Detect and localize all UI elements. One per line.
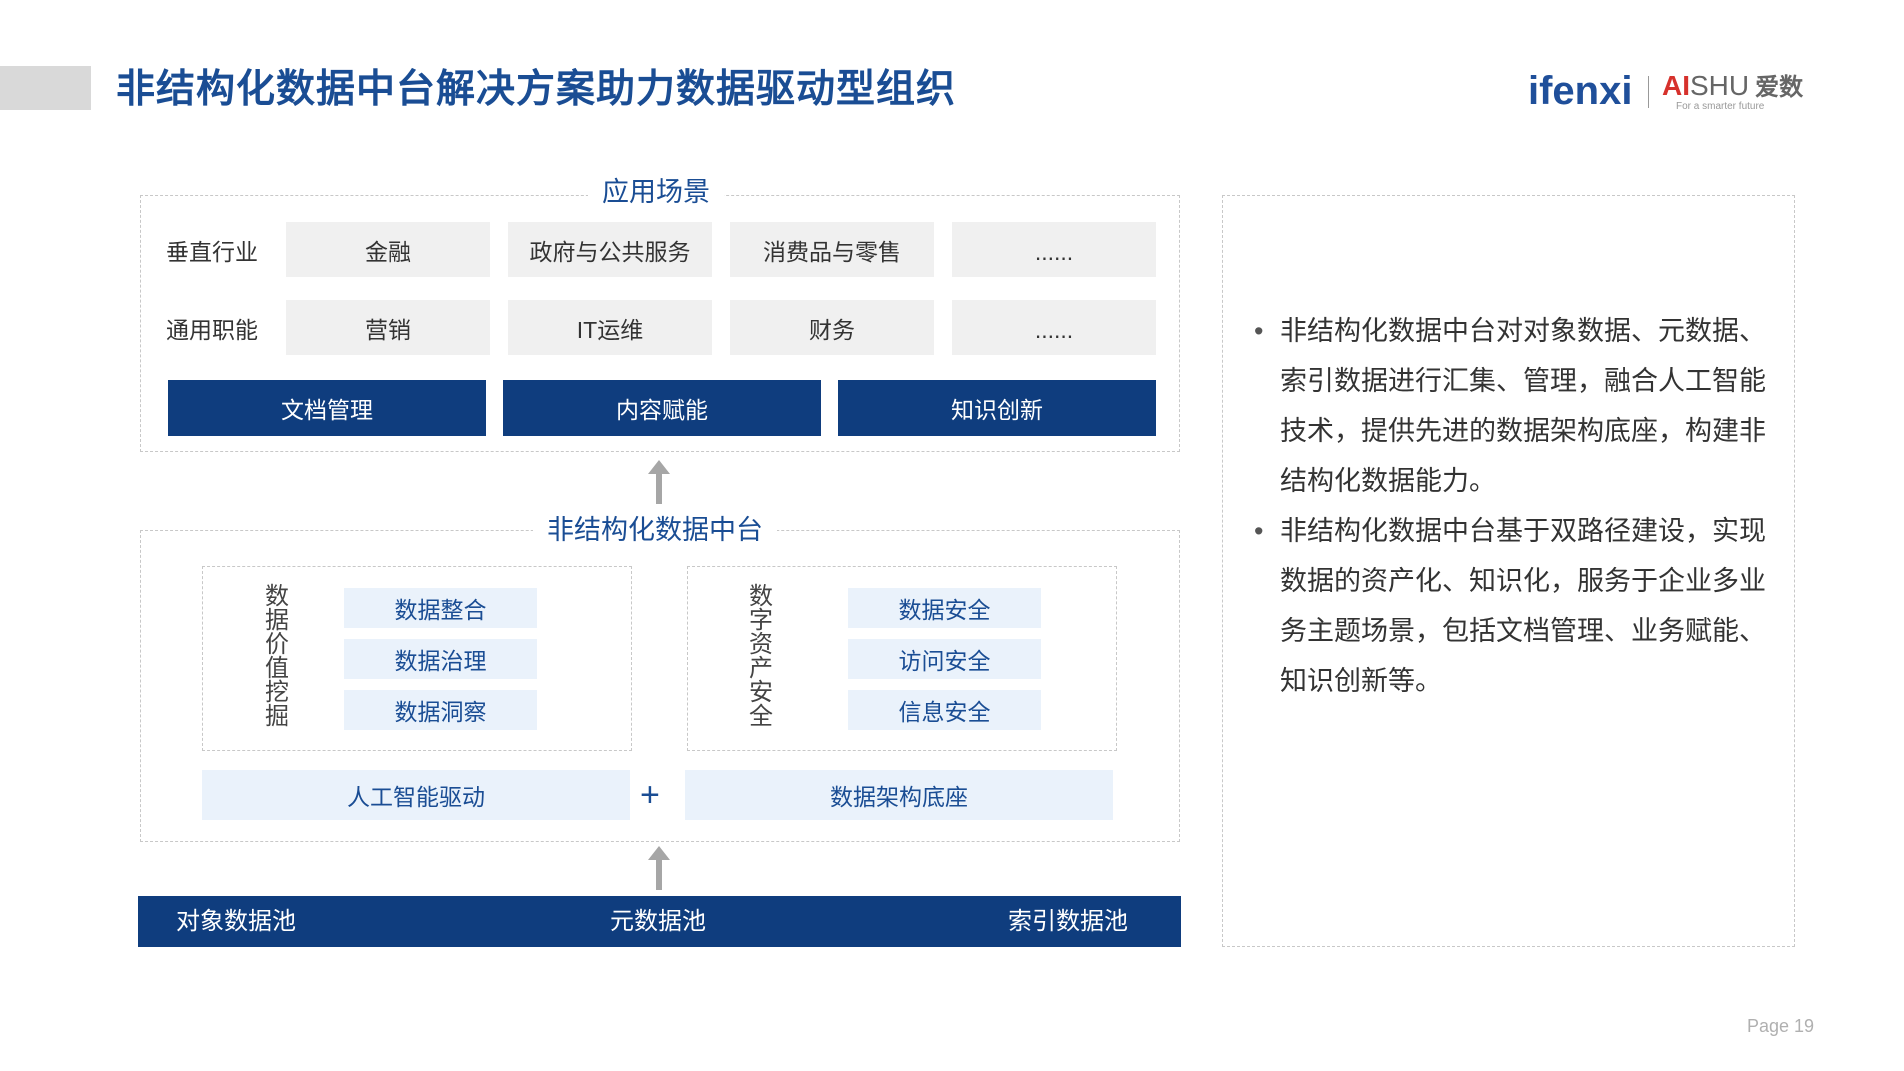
aishu-logo-ai: AI <box>1662 70 1690 101</box>
description-bullet: • 非结构化数据中台对对象数据、元数据、索引数据进行汇集、管理，融合人工智能技术，… <box>1250 306 1780 506</box>
access-security-box: 访问安全 <box>848 639 1041 679</box>
data-value-mining-label: 数据价值挖掘 <box>265 583 289 730</box>
data-security-box: 数据安全 <box>848 588 1041 628</box>
aishu-tagline: For a smarter future <box>1676 101 1765 112</box>
data-governance-box: 数据治理 <box>344 639 537 679</box>
document-management-box: 文档管理 <box>168 380 486 436</box>
plus-icon: + <box>640 776 660 814</box>
arrow-up-icon <box>648 846 670 890</box>
metadata-pool-label: 元数据池 <box>610 908 706 935</box>
aishu-logo-shu: SHU <box>1690 70 1750 101</box>
page-number: Page 19 <box>1747 1016 1815 1036</box>
page-title: 非结构化数据中台解决方案助力数据驱动型组织 <box>116 68 957 111</box>
information-security-box: 信息安全 <box>848 690 1041 730</box>
application-scenarios-title: 应用场景 <box>588 174 724 210</box>
function-item-more: ...... <box>952 300 1156 355</box>
industry-item: 政府与公共服务 <box>508 222 712 277</box>
data-architecture-base-box: 数据架构底座 <box>685 770 1113 820</box>
data-integration-box: 数据整合 <box>344 588 537 628</box>
object-data-pool-label: 对象数据池 <box>176 908 296 935</box>
general-function-label: 通用职能 <box>166 317 258 343</box>
function-item: 财务 <box>730 300 934 355</box>
industry-item-more: ...... <box>952 222 1156 277</box>
header-accent-bar <box>0 66 91 110</box>
vertical-industry-label: 垂直行业 <box>166 239 258 265</box>
bullet-icon: • <box>1254 316 1264 346</box>
index-data-pool-label: 索引数据池 <box>1008 908 1128 935</box>
content-empowerment-box: 内容赋能 <box>503 380 821 436</box>
data-platform-title: 非结构化数据中台 <box>533 512 777 548</box>
function-item: 营销 <box>286 300 490 355</box>
bullet-icon: • <box>1254 516 1264 546</box>
industry-item: 消费品与零售 <box>730 222 934 277</box>
data-insight-box: 数据洞察 <box>344 690 537 730</box>
arrow-up-icon <box>648 460 670 504</box>
knowledge-innovation-box: 知识创新 <box>838 380 1156 436</box>
ai-driven-box: 人工智能驱动 <box>202 770 630 820</box>
aishu-logo-cn: 爱数 <box>1755 74 1804 101</box>
description-text: 非结构化数据中台基于双路径建设，实现数据的资产化、知识化，服务于企业多业务主题场… <box>1280 516 1766 696</box>
description-bullet: • 非结构化数据中台基于双路径建设，实现数据的资产化、知识化，服务于企业多业务主题… <box>1250 506 1780 706</box>
digital-asset-security-label: 数字资产安全 <box>749 583 773 730</box>
industry-item: 金融 <box>286 222 490 277</box>
function-item: IT运维 <box>508 300 712 355</box>
logo-divider <box>1648 76 1649 108</box>
description-list: • 非结构化数据中台对对象数据、元数据、索引数据进行汇集、管理，融合人工智能技术，… <box>1250 306 1780 706</box>
description-text: 非结构化数据中台对对象数据、元数据、索引数据进行汇集、管理，融合人工智能技术，提… <box>1280 316 1766 496</box>
ifenxi-logo: ifenxi <box>1528 69 1633 113</box>
